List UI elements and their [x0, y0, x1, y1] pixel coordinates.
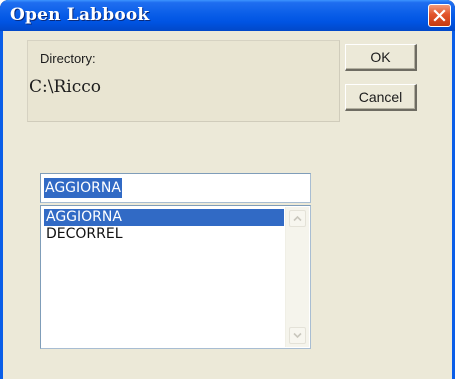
title-bar[interactable]: Open Labbook	[0, 0, 455, 31]
list-item-decorrel[interactable]: DECORREL	[44, 226, 284, 243]
scroll-down-button[interactable]	[289, 327, 306, 344]
labbook-listbox[interactable]: AGGIORNA DECORREL	[40, 205, 311, 349]
labbook-name-value: AGGIORNA	[44, 178, 122, 198]
window-title: Open Labbook	[10, 5, 150, 25]
ok-button[interactable]: OK	[345, 44, 417, 71]
vertical-scrollbar[interactable]	[285, 207, 309, 347]
labbook-name-input[interactable]: AGGIORNA	[40, 173, 311, 203]
directory-label: Directory:	[40, 51, 96, 66]
close-button[interactable]	[428, 4, 451, 27]
directory-path: C:\Ricco	[29, 77, 101, 97]
list-item-aggiorna[interactable]: AGGIORNA	[44, 209, 284, 226]
directory-group: Directory: C:\Ricco	[27, 40, 340, 122]
cancel-button[interactable]: Cancel	[345, 84, 417, 111]
open-labbook-dialog: Open Labbook Directory: C:\Ricco OK Canc…	[0, 0, 455, 379]
scroll-up-button[interactable]	[289, 210, 306, 227]
